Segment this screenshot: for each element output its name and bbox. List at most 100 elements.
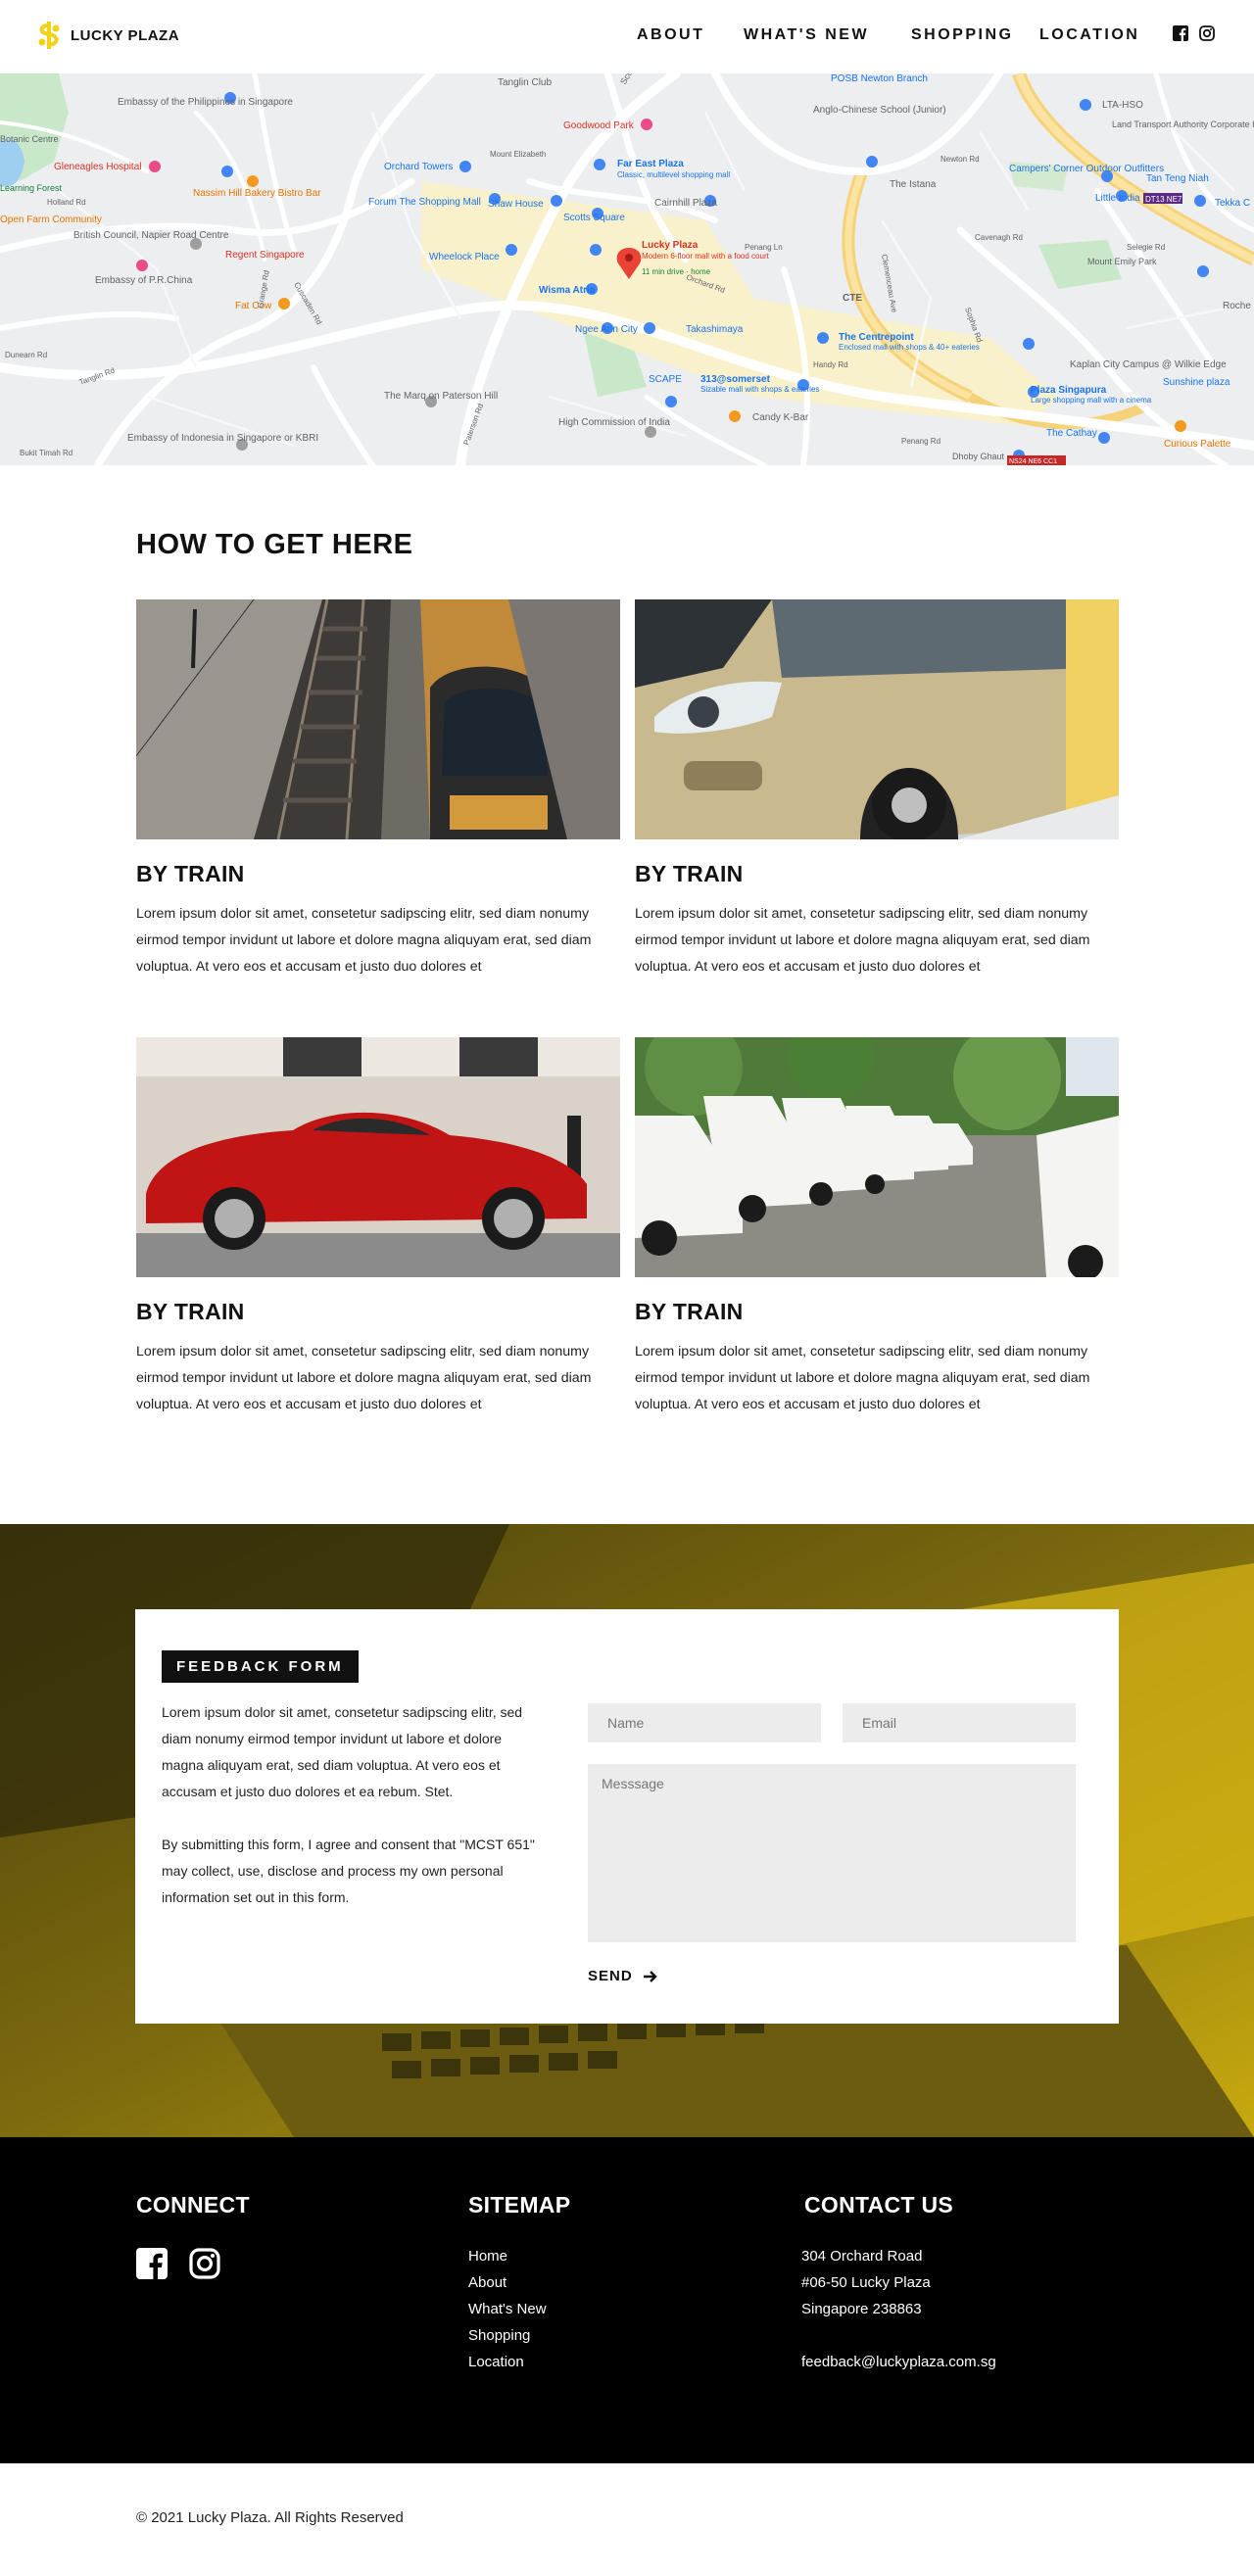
contact-details: 304 Orchard Road #06-50 Lucky Plaza Sing…	[801, 2243, 996, 2375]
feedback-form: FEEDBACK FORM Lorem ipsum dolor sit amet…	[135, 1609, 1119, 2024]
send-label: SEND	[588, 1968, 633, 1984]
email-field[interactable]	[843, 1703, 1076, 1742]
location-map[interactable]: Tanglin Club Scotts Rd POSB Newton Branc…	[0, 73, 1254, 465]
svg-text:Fat Cow: Fat Cow	[235, 301, 272, 311]
svg-text:Holland Rd: Holland Rd	[47, 198, 86, 207]
svg-text:Classic, multilevel shopping m: Classic, multilevel shopping mall	[617, 170, 730, 179]
svg-text:CTE: CTE	[843, 293, 862, 304]
svg-text:Bukit Timah Rd: Bukit Timah Rd	[20, 449, 72, 457]
svg-text:Wheelock Place: Wheelock Place	[429, 252, 500, 262]
sitemap-link-whats-new[interactable]: What's New	[468, 2296, 547, 2322]
svg-text:Botanic Centre: Botanic Centre	[0, 134, 59, 144]
nav-link-about[interactable]: ABOUT	[637, 26, 704, 44]
svg-text:Embassy of the Philippines in: Embassy of the Philippines in Singapore	[118, 97, 293, 108]
nav-link-location[interactable]: LOCATION	[1039, 26, 1139, 44]
svg-text:DT13 NE7: DT13 NE7	[1145, 195, 1182, 204]
svg-text:Cavenagh Rd: Cavenagh Rd	[975, 233, 1023, 242]
svg-text:313@somerset: 313@somerset	[700, 374, 771, 385]
svg-text:Modern 6-floor mall with a foo: Modern 6-floor mall with a food court	[642, 252, 770, 261]
consent-text: By submitting this form, I agree and con…	[162, 1837, 535, 1905]
footer-connect-title: CONNECT	[136, 2192, 250, 2218]
svg-text:Embassy of Indonesia in Singap: Embassy of Indonesia in Singapore or KBR…	[127, 433, 318, 444]
address-line: Singapore 238863	[801, 2301, 922, 2317]
facebook-icon[interactable]	[1173, 25, 1188, 41]
svg-text:Campers' Corner Outdoor Outfit: Campers' Corner Outdoor Outfitters	[1009, 164, 1164, 174]
svg-text:Large shopping mall with a cin: Large shopping mall with a cinema	[1031, 396, 1152, 405]
svg-text:Tekka C: Tekka C	[1215, 198, 1250, 209]
svg-text:Gleneagles Hospital: Gleneagles Hospital	[54, 162, 142, 172]
svg-text:Goodwood Park: Goodwood Park	[563, 120, 635, 131]
svg-text:Learning Forest: Learning Forest	[0, 183, 63, 193]
footer-sitemap-title: SITEMAP	[468, 2192, 571, 2218]
arrow-right-icon	[643, 1970, 657, 1982]
bus-photo	[635, 599, 1119, 839]
svg-text:Curious Palette: Curious Palette	[1164, 439, 1231, 450]
svg-text:Wisma Atria: Wisma Atria	[539, 285, 596, 296]
svg-text:Far East Plaza: Far East Plaza	[617, 159, 684, 169]
message-field[interactable]	[588, 1764, 1076, 1942]
map-canvas: Tanglin Club Scotts Rd POSB Newton Branc…	[0, 73, 1254, 465]
map-label: Tanglin Club	[498, 77, 552, 88]
svg-text:Takashimaya: Takashimaya	[686, 324, 744, 335]
svg-text:POSB Newton Branch: POSB Newton Branch	[831, 73, 928, 84]
feedback-description: Lorem ipsum dolor sit amet, consetetur s…	[162, 1699, 544, 1911]
address-line: #06-50 Lucky Plaza	[801, 2274, 931, 2291]
send-button[interactable]: SEND	[588, 1968, 658, 1984]
address-line: 304 Orchard Road	[801, 2248, 923, 2265]
svg-text:Candy K-Bar: Candy K-Bar	[752, 412, 809, 423]
svg-text:LTA-HSO: LTA-HSO	[1102, 100, 1143, 111]
sitemap-links: Home About What's New Shopping Location	[468, 2243, 547, 2375]
card-description: Lorem ipsum dolor sit amet, consetetur s…	[136, 1344, 592, 1412]
contact-email-link[interactable]: feedback@luckyplaza.com.sg	[801, 2349, 996, 2375]
svg-text:Enclosed mall with shops & 40+: Enclosed mall with shops & 40+ eateries	[839, 343, 980, 352]
nav-link-whats-new[interactable]: WHAT'S NEW	[744, 26, 869, 44]
sitemap-link-about[interactable]: About	[468, 2269, 547, 2296]
svg-text:Mount Emily Park: Mount Emily Park	[1087, 257, 1157, 266]
svg-text:Newton Rd: Newton Rd	[940, 155, 980, 164]
svg-text:Open Farm Community: Open Farm Community	[0, 215, 102, 225]
card-title: BY TRAIN	[136, 861, 245, 886]
svg-text:British Council, Napier Road C: British Council, Napier Road Centre	[73, 230, 229, 241]
svg-text:The Istana: The Istana	[890, 179, 937, 190]
transport-card: BY TRAIN Lorem ipsum dolor sit amet, con…	[635, 1037, 1119, 1418]
card-description: Lorem ipsum dolor sit amet, consetetur s…	[136, 906, 592, 975]
sitemap-link-shopping[interactable]: Shopping	[468, 2322, 547, 2349]
name-field[interactable]	[588, 1703, 821, 1742]
sitemap-link-home[interactable]: Home	[468, 2243, 547, 2269]
section-title: HOW TO GET HERE	[136, 529, 413, 560]
instagram-icon[interactable]	[189, 2248, 220, 2279]
svg-text:Dhoby Ghaut: Dhoby Ghaut	[952, 452, 1005, 461]
svg-text:Land Transport Authority Corpo: Land Transport Authority Corporate Headq…	[1112, 119, 1254, 129]
svg-text:SCAPE: SCAPE	[649, 374, 682, 385]
svg-text:Tan Teng Niah: Tan Teng Niah	[1146, 173, 1209, 184]
svg-text:Embassy of P.R.China: Embassy of P.R.China	[95, 275, 193, 286]
svg-text:Penang Rd: Penang Rd	[901, 437, 940, 446]
instagram-icon[interactable]	[1199, 25, 1215, 41]
facebook-icon[interactable]	[136, 2248, 168, 2279]
svg-text:The Cathay: The Cathay	[1046, 428, 1097, 439]
train-photo	[136, 599, 620, 839]
svg-text:Scotts Square: Scotts Square	[563, 213, 625, 223]
svg-text:Plaza Singapura: Plaza Singapura	[1031, 385, 1107, 396]
card-description: Lorem ipsum dolor sit amet, consetetur s…	[635, 906, 1090, 975]
car-photo	[136, 1037, 620, 1277]
svg-text:Lucky Plaza: Lucky Plaza	[642, 240, 699, 251]
svg-text:Handy Rd: Handy Rd	[813, 360, 848, 369]
svg-text:Kaplan City Campus @ Wilkie Ed: Kaplan City Campus @ Wilkie Edge	[1070, 359, 1227, 370]
svg-text:Orchard Towers: Orchard Towers	[384, 162, 453, 172]
footer-contact-title: CONTACT US	[804, 2192, 954, 2218]
svg-text:Mount Elizabeth: Mount Elizabeth	[490, 150, 546, 159]
feedback-form-badge: FEEDBACK FORM	[162, 1650, 359, 1683]
sitemap-link-location[interactable]: Location	[468, 2349, 547, 2375]
svg-text:Little India: Little India	[1095, 193, 1140, 204]
transport-card: BY TRAIN Lorem ipsum dolor sit amet, con…	[635, 599, 1119, 980]
transport-card: BY TRAIN Lorem ipsum dolor sit amet, con…	[136, 599, 620, 980]
svg-text:Penang Ln: Penang Ln	[745, 243, 783, 252]
svg-text:Sizable mall with shops & eate: Sizable mall with shops & eateries	[700, 385, 819, 394]
nav-link-shopping[interactable]: SHOPPING	[911, 26, 1013, 44]
main-menu: ABOUT WHAT'S NEW SHOPPING LOCATION	[0, 26, 1254, 48]
vans-photo	[635, 1037, 1119, 1277]
card-title: BY TRAIN	[136, 1299, 245, 1324]
svg-text:Anglo-Chinese School (Junior): Anglo-Chinese School (Junior)	[813, 105, 946, 116]
